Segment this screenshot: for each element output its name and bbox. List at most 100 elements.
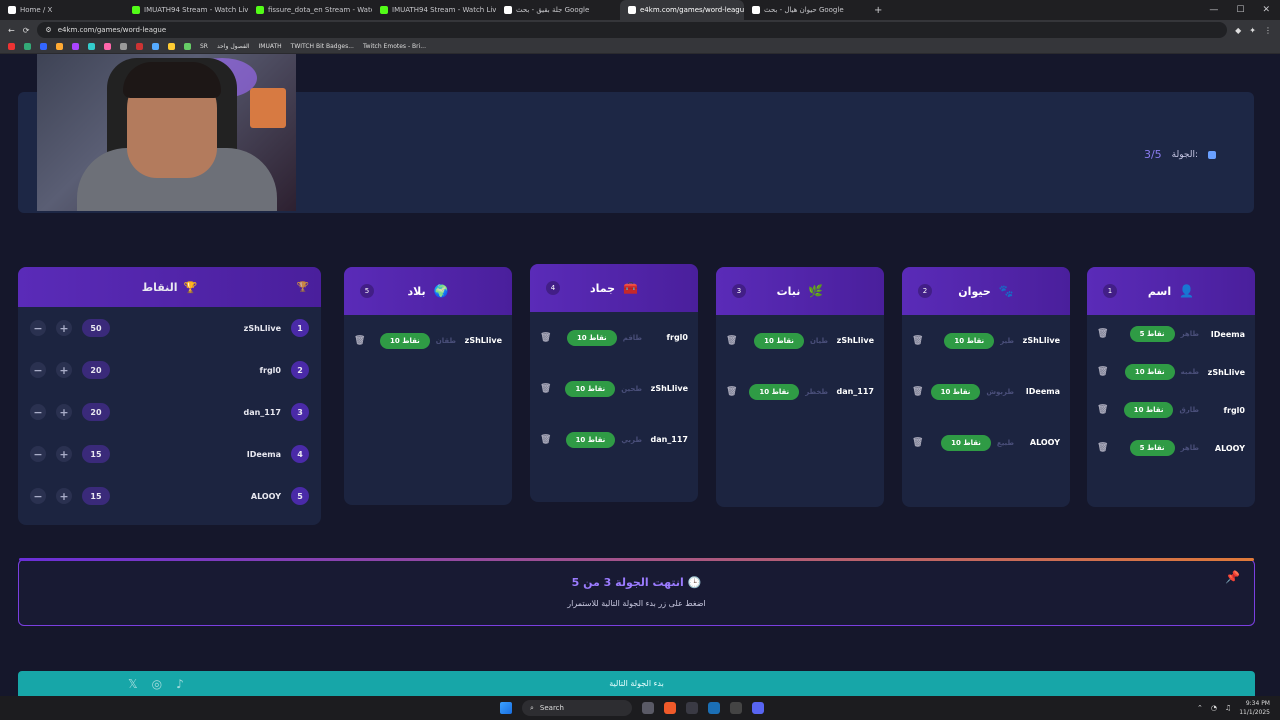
trash-icon[interactable]: 🗑 <box>1097 367 1108 377</box>
brave-icon[interactable] <box>664 702 676 714</box>
url-text: e4km.com/games/word-league <box>57 26 167 34</box>
bookmark-favicon-icon[interactable] <box>40 43 47 50</box>
trash-icon[interactable]: 🗑 <box>1097 443 1108 453</box>
bookmark-item[interactable]: SR <box>200 43 208 50</box>
brave-shield-icon[interactable]: ◆ <box>1235 26 1241 35</box>
bookmark-favicon-icon[interactable] <box>120 43 127 50</box>
url-field[interactable]: ⚙ e4km.com/games/word-league <box>37 22 1228 38</box>
points-badge[interactable]: 10 نقاط <box>941 434 991 451</box>
start-icon[interactable] <box>500 702 512 714</box>
trash-icon[interactable]: 🗑 <box>540 384 551 394</box>
trash-icon[interactable]: 🗑 <box>1097 329 1108 339</box>
maximize-icon[interactable]: ☐ <box>1236 5 1244 15</box>
taskview-icon[interactable] <box>642 702 654 714</box>
score-row: − +20 dan_117 3 <box>18 391 321 433</box>
close-window-icon[interactable]: ✕ <box>1262 5 1270 15</box>
reload-icon[interactable]: ⟳ <box>23 26 30 35</box>
bookmark-favicon-icon[interactable] <box>56 43 63 50</box>
browser-tab[interactable]: IMUATH94 Stream - Watch Live <box>124 0 248 20</box>
trash-icon[interactable]: 🗑 <box>726 387 737 397</box>
minimize-icon[interactable]: — <box>1209 5 1218 15</box>
player-name: zShLlive <box>650 384 688 393</box>
trash-icon[interactable]: 🗑 <box>912 387 923 397</box>
decrease-points-button[interactable]: − <box>30 488 46 504</box>
browser-tab[interactable]: جلة بقيق - بحث Google <box>496 0 620 20</box>
bookmark-favicon-icon[interactable] <box>184 43 191 50</box>
clock[interactable]: 9:34 PM 11/1/2025 <box>1239 699 1270 717</box>
browser-tab[interactable]: Home / X <box>0 0 124 20</box>
player-name: zShLlive <box>243 323 281 333</box>
category-column: 5 بلاد 🌍 🗑 10 نقاط طقان zShLlive <box>344 267 512 505</box>
points-badge[interactable]: 10 نقاط <box>1124 364 1175 380</box>
steam-icon[interactable] <box>708 702 720 714</box>
player-points: 20 <box>82 403 110 421</box>
trash-icon[interactable]: 🗑 <box>726 336 737 346</box>
increase-points-button[interactable]: + <box>56 320 72 336</box>
points-badge[interactable]: 10 نقاط <box>749 383 800 400</box>
trash-icon[interactable]: 🗑 <box>540 333 551 343</box>
browser-tab[interactable]: حيوان هيال - بحث Google <box>744 0 868 20</box>
bookmark-favicon-icon[interactable] <box>168 43 175 50</box>
bookmark-favicon-icon[interactable] <box>152 43 159 50</box>
browser-tab[interactable]: fissure_dota_en Stream - Watch <box>248 0 372 20</box>
volume-icon[interactable]: ♫ <box>1225 704 1231 712</box>
decrease-points-button[interactable]: − <box>30 362 46 378</box>
score-row: − +15 IDeema 4 <box>18 433 321 475</box>
increase-points-button[interactable]: + <box>56 488 72 504</box>
trash-icon[interactable]: 🗑 <box>1097 405 1108 415</box>
increase-points-button[interactable]: + <box>56 404 72 420</box>
player-name: IDeema <box>1210 329 1245 339</box>
bookmark-item[interactable]: TWITCH Bit Badges... <box>291 43 354 50</box>
chrome-icon[interactable] <box>686 702 698 714</box>
discord-icon[interactable] <box>752 702 764 714</box>
points-badge[interactable]: 10 نقاط <box>565 380 616 397</box>
wifi-icon[interactable]: ◔ <box>1211 704 1217 712</box>
points-badge[interactable]: 5 نقاط <box>1129 440 1175 456</box>
bookmark-favicon-icon[interactable] <box>72 43 79 50</box>
points-badge[interactable]: 5 نقاط <box>1129 326 1175 342</box>
browser-tab[interactable]: e4km.com/games/word-league✕ <box>620 0 744 20</box>
answer-row: 🗑 5 نقاط طاهر IDeema <box>1087 315 1255 353</box>
pin-icon[interactable]: 📌 <box>1225 570 1240 584</box>
trash-icon[interactable]: 🗑 <box>912 438 923 448</box>
bookmark-item[interactable]: Twitch Emotes - Bri... <box>363 43 426 50</box>
menu-icon[interactable]: ⋮ <box>1264 26 1272 35</box>
points-badge[interactable]: 10 نقاط <box>566 329 617 346</box>
bookmark-favicon-icon[interactable] <box>24 43 31 50</box>
bookmark-favicon-icon[interactable] <box>88 43 95 50</box>
points-badge[interactable]: 10 نقاط <box>565 431 616 448</box>
trash-icon[interactable]: 🗑 <box>540 435 551 445</box>
next-round-label: بدء الجولة التالية <box>609 679 664 688</box>
windows-taskbar: ⌕ Search ⌃ ◔ ♫ 9:34 PM 11/1/2025 <box>0 696 1280 720</box>
back-icon[interactable]: ← <box>8 26 15 35</box>
trash-icon[interactable]: 🗑 <box>912 336 923 346</box>
points-badge[interactable]: 10 نقاط <box>754 332 804 349</box>
next-round-button[interactable]: 𝕏 ◎ ♪ بدء الجولة التالية <box>18 671 1255 696</box>
decrease-points-button[interactable]: − <box>30 320 46 336</box>
points-badge[interactable]: 10 نقاط <box>1123 402 1174 418</box>
bookmark-item[interactable]: الفصول واحد <box>217 43 250 50</box>
decrease-points-button[interactable]: − <box>30 446 46 462</box>
browser-tab[interactable]: IMUATH94 Stream - Watch Live <box>372 0 496 20</box>
bookmark-favicon-icon[interactable] <box>136 43 143 50</box>
bookmark-favicon-icon[interactable] <box>8 43 15 50</box>
points-badge[interactable]: 10 نقاط <box>380 332 430 349</box>
points-badge[interactable]: 10 نقاط <box>944 332 995 349</box>
decrease-points-button[interactable]: − <box>30 404 46 420</box>
increase-points-button[interactable]: + <box>56 362 72 378</box>
points-badge[interactable]: 10 نقاط <box>930 383 981 400</box>
tray-chevron-icon[interactable]: ⌃ <box>1197 704 1203 712</box>
trash-icon[interactable]: 🗑 <box>354 336 365 346</box>
answer-word: طاهر <box>1180 330 1199 338</box>
answer-row: 🗑 10 نقاط طاقم frgl0 <box>530 312 698 363</box>
app-icon[interactable] <box>730 702 742 714</box>
bookmark-favicon-icon[interactable] <box>104 43 111 50</box>
bookmark-item[interactable]: IMUATH <box>259 43 282 50</box>
new-tab-icon[interactable]: + <box>868 5 888 16</box>
round-icon <box>1208 150 1216 159</box>
site-info-icon[interactable]: ⚙ <box>45 26 51 34</box>
increase-points-button[interactable]: + <box>56 446 72 462</box>
player-rank: 1 <box>291 319 309 337</box>
extensions-icon[interactable]: ✦ <box>1249 26 1256 35</box>
taskbar-search[interactable]: ⌕ Search <box>522 700 632 716</box>
